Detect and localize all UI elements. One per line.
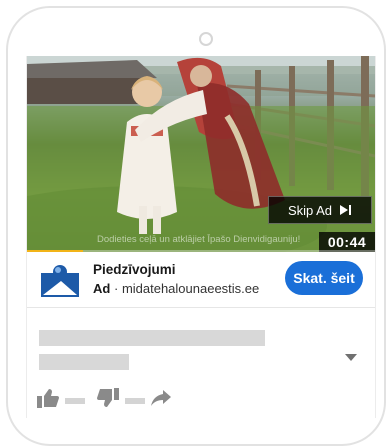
like-count-placeholder bbox=[65, 397, 85, 404]
title-placeholder-line-2 bbox=[39, 354, 129, 370]
video-player[interactable]: Dodieties ceļā un atklājiet Īpašo Dienvi… bbox=[27, 56, 375, 252]
video-caption: Dodieties ceļā un atklājiet Īpašo Dienvi… bbox=[97, 234, 301, 245]
phone-screen: Dodieties ceļā un atklājiet Īpašo Dienvi… bbox=[26, 56, 376, 418]
action-bar bbox=[37, 388, 171, 413]
advertiser-logo bbox=[39, 261, 81, 299]
title-placeholder-line-1 bbox=[39, 330, 265, 346]
skip-next-icon bbox=[340, 205, 352, 215]
ad-timer: 00:44 bbox=[319, 232, 375, 252]
ad-url: midatehalounaeestis.ee bbox=[121, 281, 260, 296]
camera-icon bbox=[199, 32, 213, 46]
ad-progress-bar bbox=[27, 250, 375, 252]
thumbs-down-icon[interactable] bbox=[97, 388, 119, 413]
chevron-down-icon[interactable] bbox=[345, 349, 357, 367]
ad-separator: · bbox=[113, 281, 119, 296]
cta-button[interactable]: Skat. šeit bbox=[285, 261, 363, 295]
share-arrow-icon[interactable] bbox=[151, 390, 171, 411]
ad-badge: Ad bbox=[93, 281, 111, 296]
thumbs-up-icon[interactable] bbox=[37, 388, 59, 413]
ad-progress-fill bbox=[27, 250, 83, 252]
skip-ad-button[interactable]: Skip Ad bbox=[268, 196, 372, 224]
skip-ad-label: Skip Ad bbox=[287, 202, 333, 218]
ad-subline: Ad · midatehalounaeestis.ee bbox=[93, 281, 259, 296]
advertiser-name: Piedzīvojumi bbox=[93, 262, 176, 277]
dislike-count-placeholder bbox=[125, 397, 145, 404]
ad-info-row[interactable]: Piedzīvojumi Ad · midatehalounaeestis.ee… bbox=[27, 253, 375, 308]
